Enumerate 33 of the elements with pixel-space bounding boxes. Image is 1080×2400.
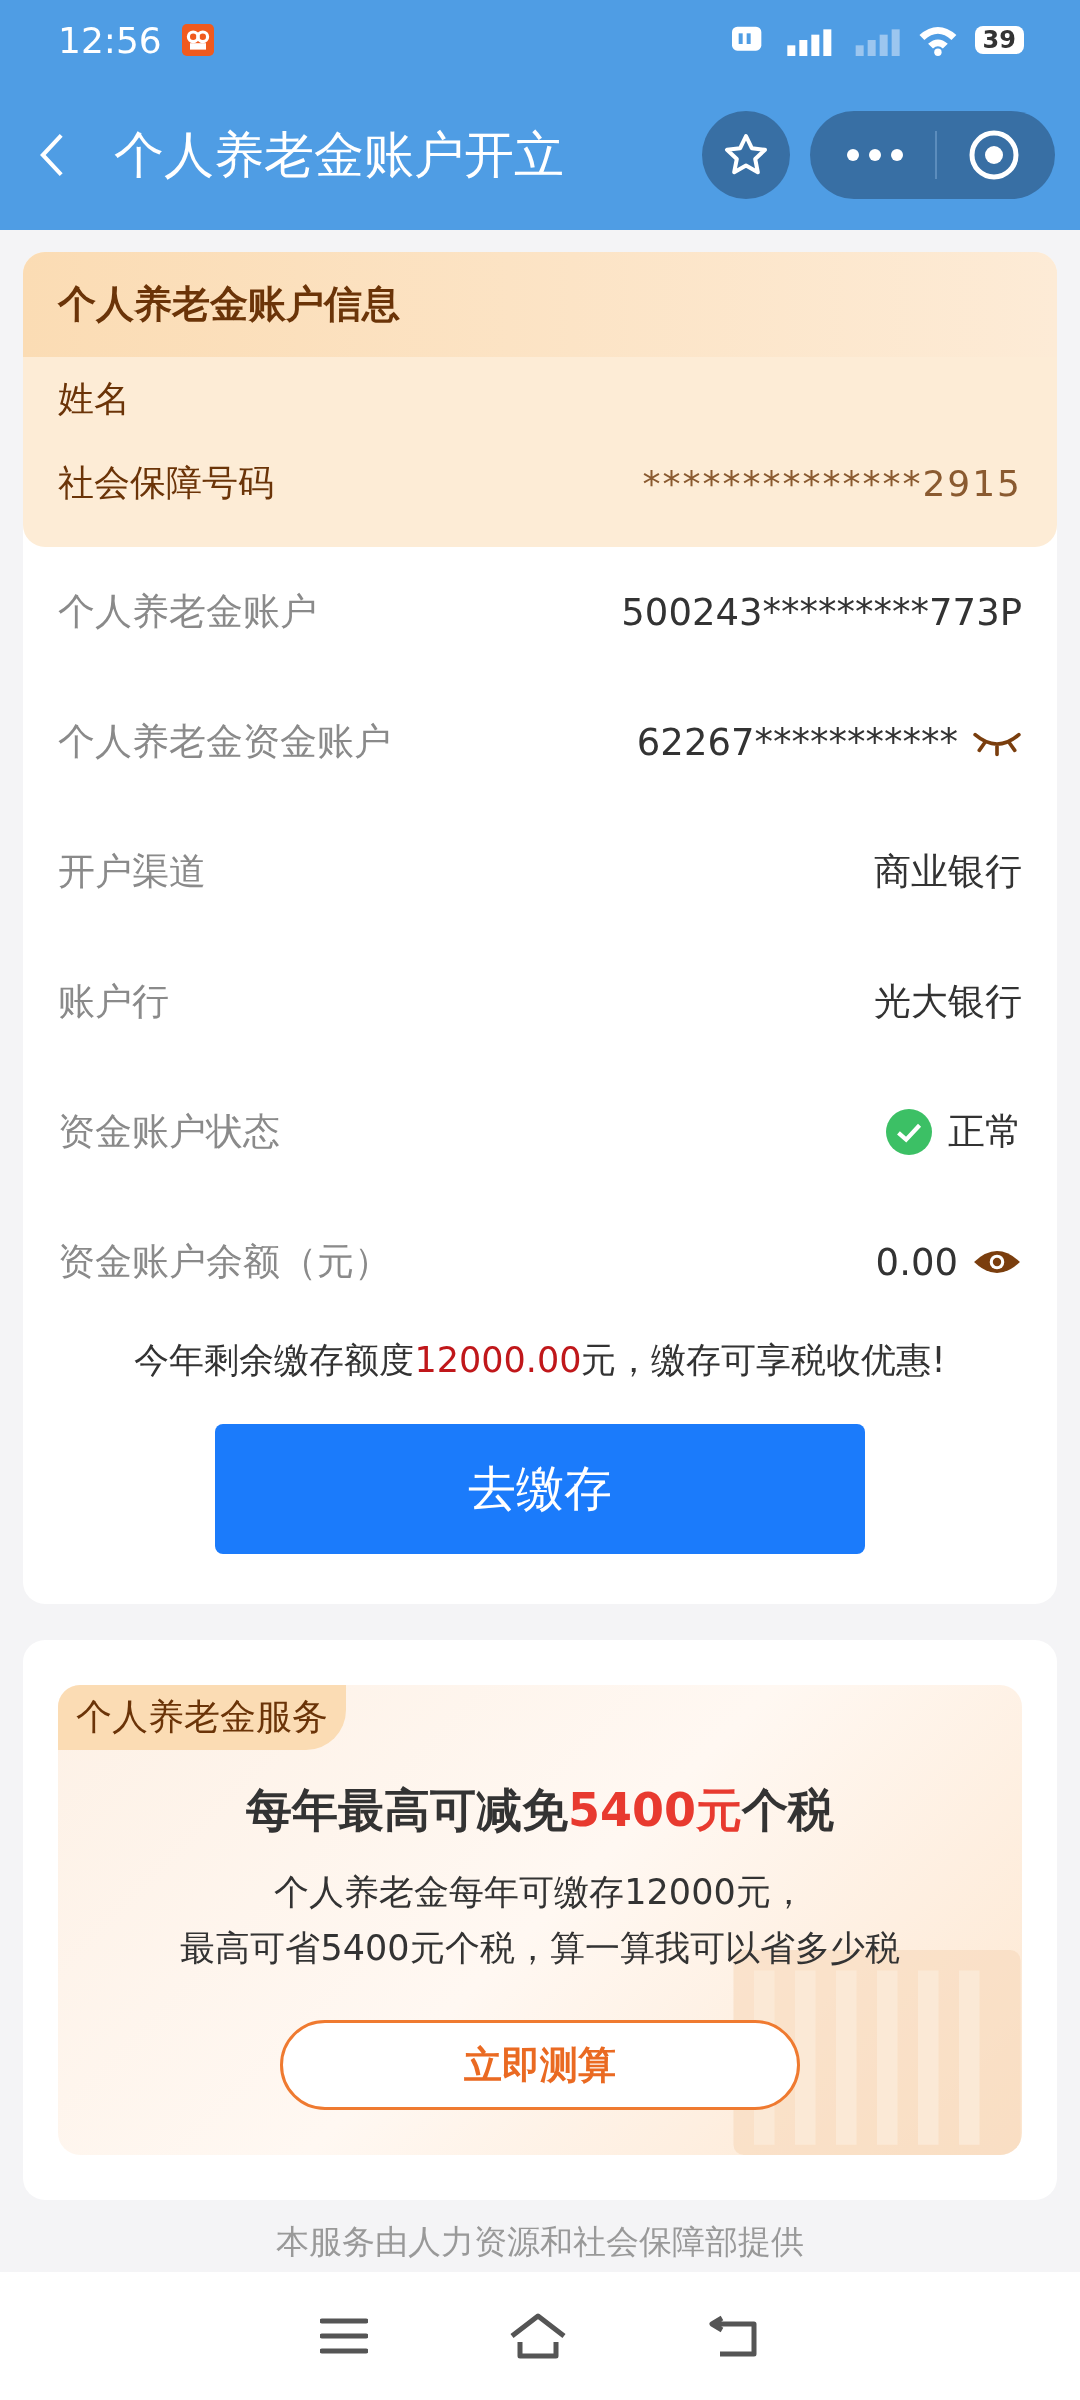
card-title: 个人养老金账户信息 bbox=[58, 281, 400, 328]
battery-indicator: 39 bbox=[974, 26, 1024, 54]
field-value: 光大银行 bbox=[874, 979, 1022, 1025]
field-label: 个人养老金账户 bbox=[58, 589, 317, 635]
field-value: 商业银行 bbox=[874, 849, 1022, 895]
footer-text: 本服务由人力资源和社会保障部提供 bbox=[275, 2221, 805, 2263]
promo-text: 个人养老金每年可缴存12000元， bbox=[273, 1871, 807, 1914]
more-icon[interactable] bbox=[845, 147, 906, 163]
quota-note: 今年剩余缴存额度12000.00元，缴存可享税收优惠! bbox=[133, 1339, 947, 1382]
home-icon[interactable] bbox=[508, 2312, 568, 2360]
page-title: 个人养老金账户开立 bbox=[114, 124, 564, 186]
field-label: 姓名 bbox=[58, 376, 130, 421]
deposit-button[interactable]: 去缴存 bbox=[215, 1424, 865, 1554]
calculate-button[interactable]: 立即测算 bbox=[280, 2020, 800, 2110]
field-label: 开户渠道 bbox=[58, 849, 206, 895]
field-value: 62267*********** bbox=[636, 720, 958, 764]
field-value: 500243*********773P bbox=[621, 590, 1022, 634]
check-icon bbox=[886, 1109, 932, 1155]
status-time: 12:56 bbox=[58, 19, 162, 61]
field-value: 正常 bbox=[948, 1109, 1022, 1155]
field-label: 资金账户状态 bbox=[58, 1109, 280, 1155]
promo-text: 最高可省5400元个税，算一算我可以省多少税 bbox=[179, 1927, 901, 1970]
menu-icon[interactable] bbox=[320, 2316, 368, 2356]
promo-headline: 每年最高可减免5400元个税 bbox=[245, 1782, 835, 1839]
field-label: 社会保障号码 bbox=[58, 460, 274, 505]
field-value: **************2915 bbox=[642, 462, 1022, 504]
app-notification-icon bbox=[181, 24, 214, 56]
field-label: 资金账户余额（元） bbox=[58, 1239, 391, 1285]
back-icon[interactable] bbox=[708, 2314, 760, 2358]
field-label: 个人养老金资金账户 bbox=[58, 719, 391, 765]
field-value: 0.00 bbox=[875, 1240, 958, 1284]
service-tag: 个人养老金服务 bbox=[58, 1685, 346, 1750]
field-label: 账户行 bbox=[58, 979, 169, 1025]
